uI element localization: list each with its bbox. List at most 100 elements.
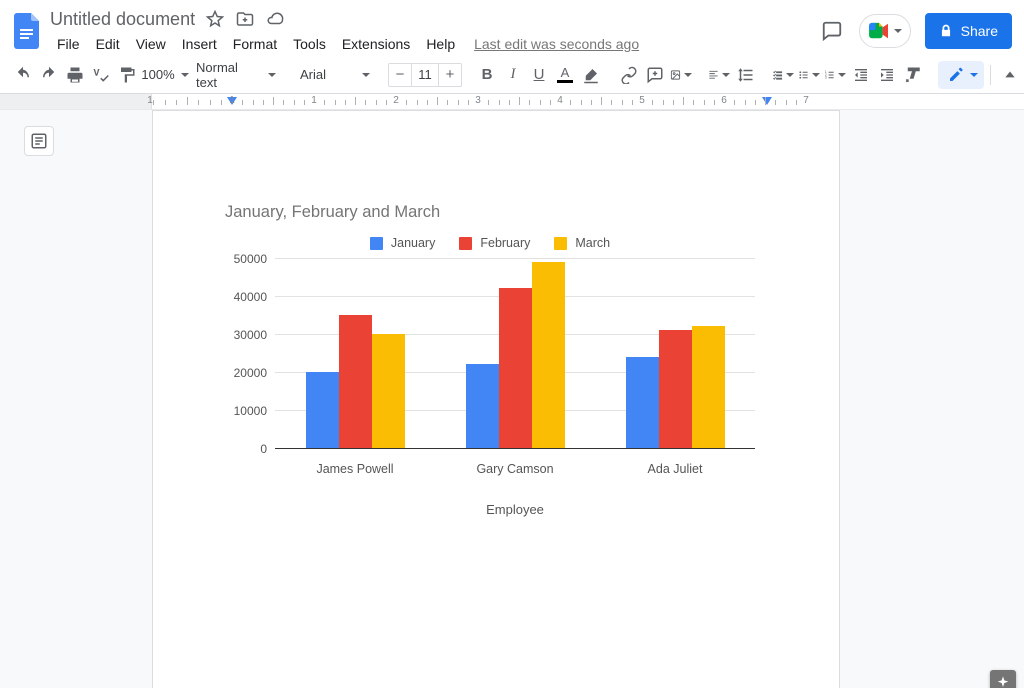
legend-item: March: [554, 236, 610, 250]
chevron-down-icon: [838, 73, 846, 77]
indent-decrease-button[interactable]: [848, 62, 874, 88]
editing-mode-button[interactable]: [938, 61, 984, 89]
x-tick-label: James Powell: [275, 458, 435, 476]
highlight-color-button[interactable]: [578, 62, 604, 88]
bar-group: [275, 258, 435, 448]
share-button-label: Share: [961, 23, 998, 39]
cloud-status-icon[interactable]: [265, 9, 285, 29]
docs-logo[interactable]: [8, 11, 48, 51]
redo-button[interactable]: [36, 62, 62, 88]
undo-button[interactable]: [10, 62, 36, 88]
menu-extensions[interactable]: Extensions: [335, 34, 417, 54]
chart-title: January, February and March: [225, 203, 755, 222]
gridline: 0: [275, 448, 755, 449]
line-spacing-button[interactable]: [732, 62, 758, 88]
font-size-input[interactable]: 11: [411, 64, 439, 86]
legend-label: March: [575, 236, 610, 250]
ruler-label: 5: [639, 95, 645, 106]
checklist-button[interactable]: [770, 62, 796, 88]
pencil-icon: [948, 67, 964, 83]
bold-button[interactable]: B: [474, 62, 500, 88]
menu-edit[interactable]: Edit: [89, 34, 127, 54]
bar: [466, 364, 499, 448]
move-icon[interactable]: [235, 9, 255, 29]
font-size-control: − 11 +: [388, 63, 462, 87]
ruler-label: 4: [557, 95, 563, 106]
y-tick-label: 50000: [234, 252, 275, 266]
chevron-down-icon: [362, 73, 370, 77]
menu-view[interactable]: View: [129, 34, 173, 54]
chevron-down-icon: [786, 73, 794, 77]
clear-formatting-button[interactable]: [900, 62, 926, 88]
insert-image-button[interactable]: [668, 62, 694, 88]
menu-insert[interactable]: Insert: [175, 34, 224, 54]
text-color-button[interactable]: A: [552, 62, 578, 88]
paragraph-style-select[interactable]: Normal text: [190, 62, 282, 88]
menu-file[interactable]: File: [50, 34, 87, 54]
legend-item: January: [370, 236, 435, 250]
bar: [306, 372, 339, 448]
paint-format-button[interactable]: [114, 62, 140, 88]
meet-icon: [868, 22, 890, 40]
meet-button[interactable]: [859, 14, 911, 48]
ruler-label: 2: [393, 95, 399, 106]
bar: [659, 330, 692, 448]
font-size-increase[interactable]: +: [439, 66, 461, 83]
bar-group: [595, 258, 755, 448]
ruler-label: 6: [721, 95, 727, 106]
legend-label: February: [480, 236, 530, 250]
bar: [626, 357, 659, 448]
chart-x-labels: James PowellGary CamsonAda Juliet: [275, 458, 755, 476]
chart-plot-area: 01000020000300004000050000: [275, 258, 755, 458]
legend-swatch: [459, 237, 472, 250]
bar: [692, 326, 725, 448]
print-button[interactable]: [62, 62, 88, 88]
bar-group: [435, 258, 595, 448]
indent-increase-button[interactable]: [874, 62, 900, 88]
chart-x-axis-title: Employee: [275, 502, 755, 517]
legend-swatch: [554, 237, 567, 250]
menu-format[interactable]: Format: [226, 34, 284, 54]
menu-bar: File Edit View Insert Format Tools Exten…: [50, 33, 639, 55]
y-tick-label: 0: [260, 442, 275, 456]
ruler-label: 3: [475, 95, 481, 106]
hide-menus-button[interactable]: [997, 62, 1023, 88]
zoom-select[interactable]: 100%: [152, 62, 178, 88]
bulleted-list-button[interactable]: [796, 62, 822, 88]
document-title[interactable]: Untitled document: [50, 9, 195, 30]
y-tick-label: 30000: [234, 328, 275, 342]
bar: [499, 288, 532, 448]
x-tick-label: Gary Camson: [435, 458, 595, 476]
italic-button[interactable]: I: [500, 62, 526, 88]
underline-button[interactable]: U: [526, 62, 552, 88]
font-family-select[interactable]: Arial: [294, 62, 376, 88]
spellcheck-button[interactable]: [88, 62, 114, 88]
align-button[interactable]: [706, 62, 732, 88]
lock-icon: [939, 24, 953, 38]
chevron-down-icon: [722, 73, 730, 77]
font-size-decrease[interactable]: −: [389, 66, 411, 83]
toolbar: 100% Normal text Arial − 11 + B I U A 12…: [0, 56, 1024, 94]
legend-item: February: [459, 236, 530, 250]
ruler-label: 1: [229, 95, 235, 106]
insert-link-button[interactable]: [616, 62, 642, 88]
comments-icon[interactable]: [819, 18, 845, 44]
explore-button[interactable]: [990, 670, 1016, 688]
document-page[interactable]: January, February and March January Febru…: [152, 110, 840, 688]
title-bar: Untitled document File Edit View Insert …: [0, 0, 1024, 56]
insert-comment-button[interactable]: [642, 62, 668, 88]
embedded-chart[interactable]: January, February and March January Febru…: [225, 203, 755, 517]
font-family-value: Arial: [300, 67, 326, 82]
horizontal-ruler[interactable]: 112345671: [0, 94, 1024, 110]
numbered-list-button[interactable]: 123: [822, 62, 848, 88]
y-tick-label: 20000: [234, 366, 275, 380]
svg-text:3: 3: [825, 75, 827, 79]
chevron-down-icon: [970, 73, 978, 77]
menu-tools[interactable]: Tools: [286, 34, 333, 54]
right-indent-marker[interactable]: [761, 96, 773, 108]
menu-help[interactable]: Help: [419, 34, 462, 54]
star-icon[interactable]: [205, 9, 225, 29]
share-button[interactable]: Share: [925, 13, 1012, 49]
last-edit-link[interactable]: Last edit was seconds ago: [474, 36, 639, 52]
show-outline-button[interactable]: [24, 126, 54, 156]
